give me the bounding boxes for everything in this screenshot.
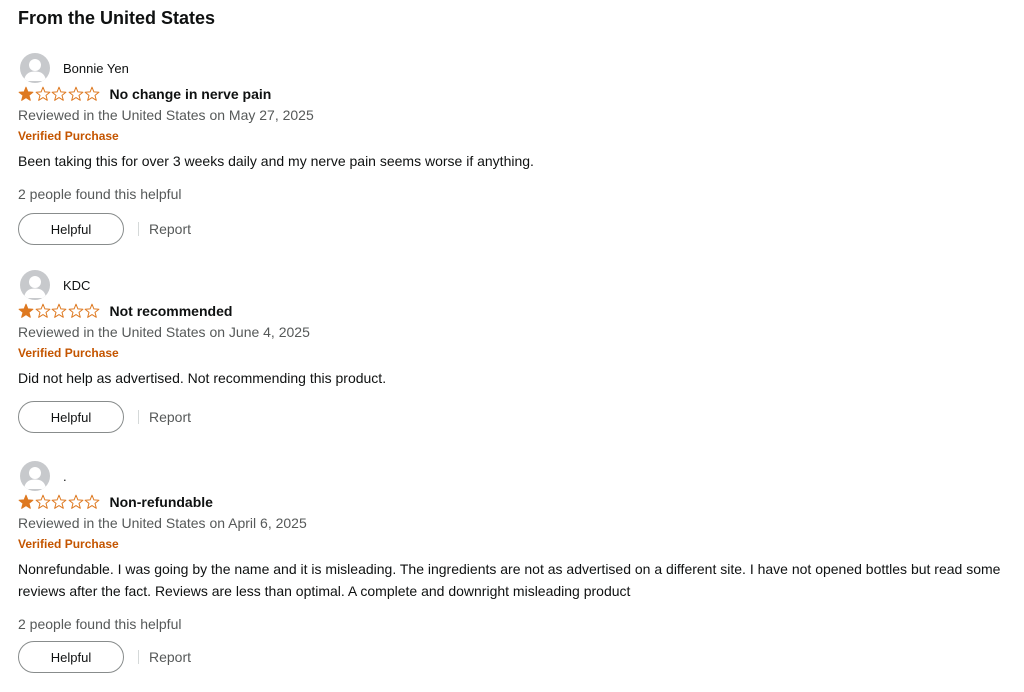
star-empty-icon <box>68 303 83 318</box>
review-date: Reviewed in the United States on May 27,… <box>18 107 314 123</box>
star-empty-icon <box>51 303 67 318</box>
reviewer-name[interactable]: KDC <box>63 278 90 293</box>
avatar-icon <box>20 53 50 83</box>
star-empty-icon <box>35 86 50 101</box>
report-link[interactable]: Report <box>149 409 191 425</box>
star-filled-icon <box>18 303 34 318</box>
helpful-button[interactable]: Helpful <box>18 401 124 433</box>
review-title[interactable]: Not recommended <box>110 303 233 319</box>
star-empty-icon <box>68 86 83 101</box>
star-filled-icon <box>18 86 34 101</box>
verified-purchase-badge: Verified Purchase <box>18 129 119 143</box>
action-divider <box>138 222 139 236</box>
helpful-button[interactable]: Helpful <box>18 213 124 245</box>
star-filled-icon <box>18 494 34 509</box>
star-empty-icon <box>35 303 50 318</box>
review-date: Reviewed in the United States on June 4,… <box>18 324 310 340</box>
star-rating[interactable] <box>18 303 101 319</box>
star-empty-icon <box>68 494 83 509</box>
review-date: Reviewed in the United States on April 6… <box>18 515 307 531</box>
reviewer-profile[interactable]: Bonnie Yen <box>20 53 129 83</box>
review-body: Did not help as advertised. Not recommen… <box>18 370 387 386</box>
action-divider <box>138 650 139 664</box>
helpful-count: 2 people found this helpful <box>18 616 182 632</box>
star-empty-icon <box>84 494 100 509</box>
helpful-button[interactable]: Helpful <box>18 641 124 673</box>
avatar-icon <box>20 270 50 300</box>
verified-purchase-badge: Verified Purchase <box>18 537 119 551</box>
review-title[interactable]: Non-refundable <box>110 494 213 510</box>
star-empty-icon <box>51 86 67 101</box>
review-title[interactable]: No change in nerve pain <box>110 86 272 102</box>
section-title: From the United States <box>18 8 216 28</box>
action-divider <box>138 410 139 424</box>
review-body: Been taking this for over 3 weeks daily … <box>18 153 534 169</box>
star-rating[interactable] <box>18 86 101 102</box>
star-empty-icon <box>51 494 67 509</box>
star-empty-icon <box>84 86 100 101</box>
reviewer-name[interactable]: Bonnie Yen <box>63 61 129 76</box>
reviewer-profile[interactable]: KDC <box>20 270 90 300</box>
star-rating[interactable] <box>18 494 101 510</box>
verified-purchase-badge: Verified Purchase <box>18 346 119 360</box>
star-empty-icon <box>35 494 50 509</box>
reviewer-profile[interactable]: . <box>20 461 67 491</box>
review-body: Nonrefundable. I was going by the name a… <box>18 561 1001 599</box>
avatar-icon <box>20 461 50 491</box>
star-empty-icon <box>84 303 100 318</box>
reviewer-name[interactable]: . <box>63 469 67 484</box>
report-link[interactable]: Report <box>149 649 191 665</box>
helpful-count: 2 people found this helpful <box>18 186 182 202</box>
report-link[interactable]: Report <box>149 221 191 237</box>
